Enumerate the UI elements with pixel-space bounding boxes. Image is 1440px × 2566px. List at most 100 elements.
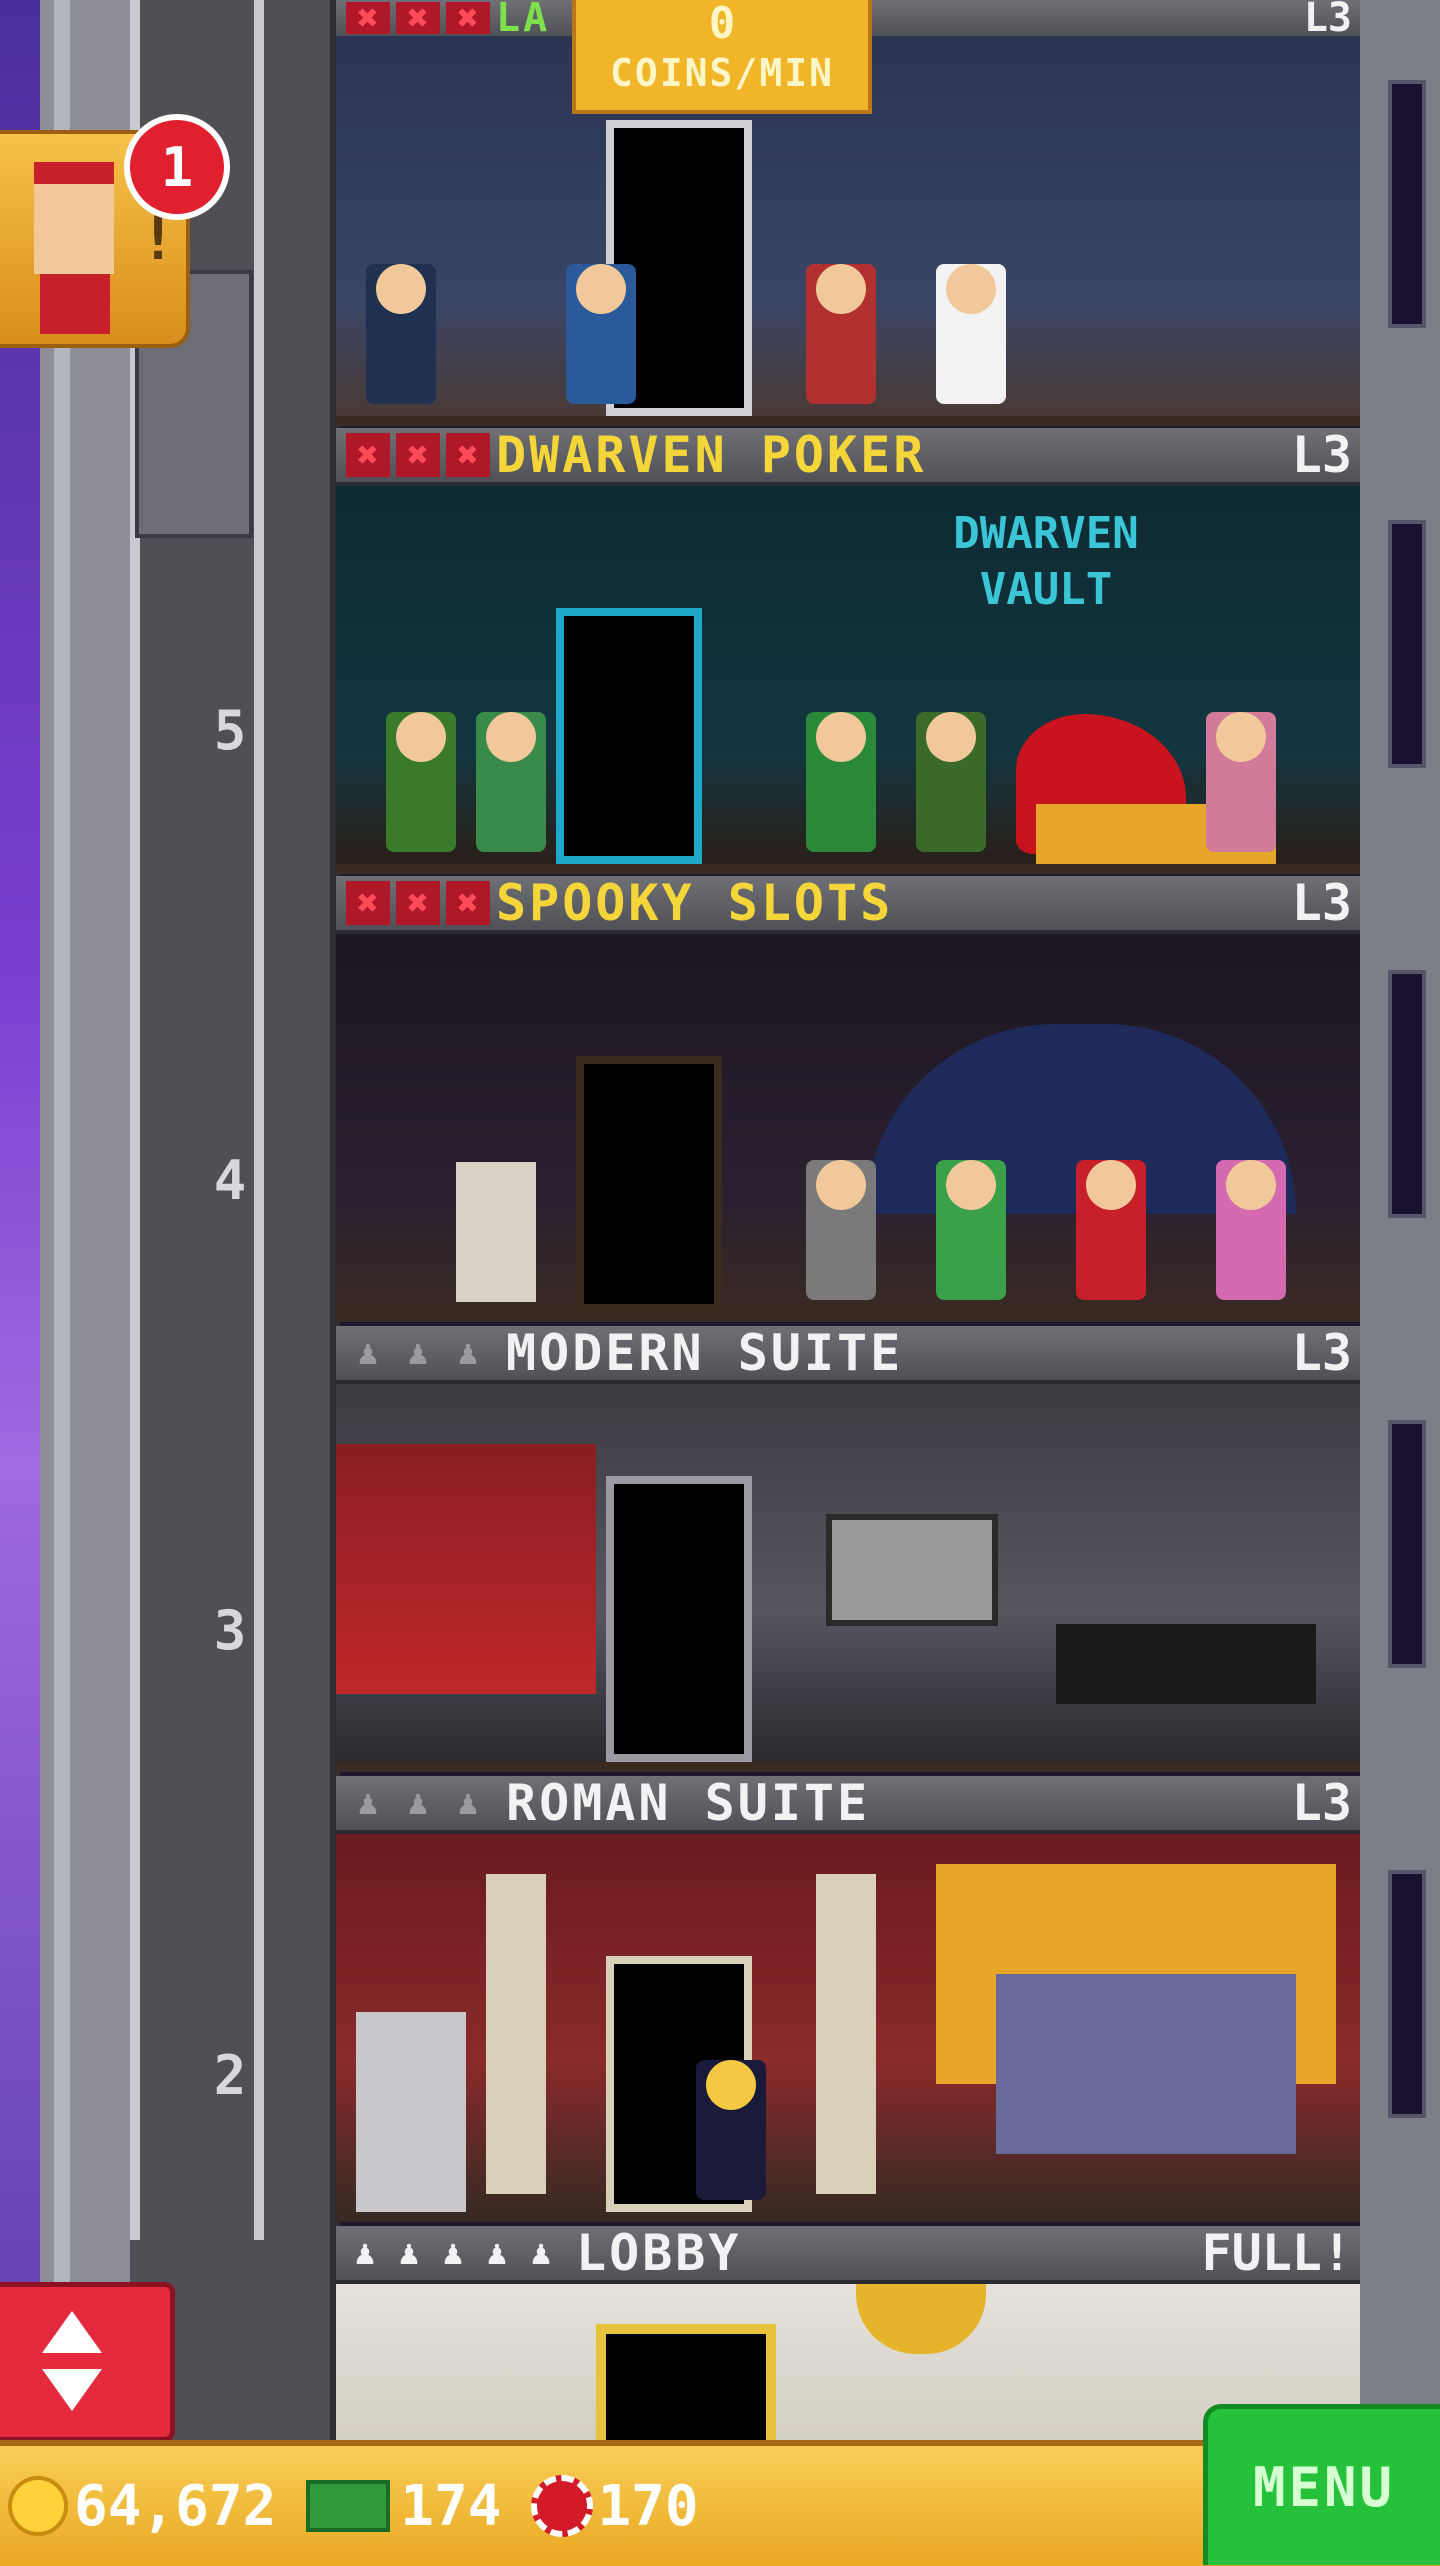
stock-x-icon: ✖ (396, 433, 440, 477)
floor-level: L3 (1291, 426, 1352, 484)
wall-art (826, 1514, 998, 1626)
stock-x-icon: ✖ (396, 881, 440, 925)
chandelier (856, 2284, 986, 2354)
stock-x-icon: ✖ (446, 433, 490, 477)
bellhop-face (34, 162, 114, 274)
person-icon: ♟ (407, 1333, 429, 1373)
bed (1056, 1624, 1316, 1704)
up-down-arrows-icon (42, 2311, 102, 2411)
bitizen-sprite[interactable] (366, 264, 436, 404)
stock-x-icon: ✖ (446, 0, 490, 39)
room-door (606, 1476, 752, 1762)
tower-right-wall (1360, 0, 1440, 2440)
bitizen-sprite[interactable] (1206, 712, 1276, 852)
bitizen-sprite[interactable] (806, 712, 876, 852)
person-icon: ♟ (398, 2233, 420, 2273)
floor-number-5: 5 (213, 698, 247, 762)
stock-x-icon: ✖ (446, 881, 490, 925)
floor-level: L3 (1291, 1774, 1352, 1832)
bitizen-sprite[interactable] (566, 264, 636, 404)
column (816, 1874, 876, 2194)
bitizen-sprite[interactable] (476, 712, 546, 852)
stock-x-icon: ✖ (396, 0, 440, 39)
person-icon: ♟ (354, 2233, 376, 2273)
floor-number-4: 4 (213, 1148, 247, 1212)
vault-door (556, 608, 702, 864)
bitizen-sprite[interactable] (1216, 1160, 1286, 1300)
floor-name: LOBBY (576, 2224, 742, 2282)
chip-icon (531, 2475, 594, 2537)
slot-machine (456, 1162, 536, 1302)
floor-header: ♟ ♟ ♟ MODERN SUITE L3 (336, 1324, 1360, 1384)
floor-name: DWARVEN POKER (496, 426, 927, 484)
menu-button[interactable]: MENU (1203, 2404, 1440, 2565)
bux-count: 174 (400, 2473, 502, 2539)
coin-rate-value: 0 (708, 0, 736, 49)
bux-icon (306, 2480, 391, 2532)
dwarven-vault-sign: DWARVEN VAULT (953, 508, 1139, 615)
person-icon: ♟ (357, 1783, 379, 1823)
coin-rate-label: COINS/MIN (610, 51, 834, 95)
stock-x-icon: ✖ (346, 881, 390, 925)
person-icon: ♟ (486, 2233, 508, 2273)
statue (356, 2012, 466, 2212)
elevator-toggle-button[interactable] (0, 2282, 175, 2442)
floor-header: ♟ ♟ ♟ ROMAN SUITE L3 (336, 1774, 1360, 1834)
modern-suite-room[interactable] (336, 1384, 1360, 1772)
floor-occupancy: ♟ ♟ ♟ (346, 1331, 496, 1375)
stock-x-icon: ✖ (346, 0, 390, 39)
floor-occupancy: ♟ ♟ ♟ ♟ ♟ (346, 2231, 566, 2275)
floor-number-3: 3 (213, 1598, 247, 1662)
floor-stock-stars: ✖ ✖ ✖ (346, 881, 496, 925)
lobby-door (596, 2324, 776, 2440)
person-icon: ♟ (407, 1783, 429, 1823)
bitizen-chef-sprite[interactable] (936, 264, 1006, 404)
window-view (996, 1974, 1296, 2154)
column (486, 1874, 546, 2194)
floor-occupancy: ♟ ♟ ♟ (346, 1781, 496, 1825)
bitizen-sprite[interactable] (936, 1160, 1006, 1300)
floor-level: FULL! (1201, 2224, 1352, 2282)
stock-x-icon: ✖ (346, 433, 390, 477)
person-icon: ♟ (442, 2233, 464, 2273)
bitizen-sprite[interactable] (696, 2060, 766, 2200)
tower-left-wall (40, 0, 136, 2440)
room-door (576, 1056, 722, 1312)
floor-level: L3 (1291, 1324, 1352, 1382)
bitizen-sprite[interactable] (806, 264, 876, 404)
floor-stock-stars: ✖ ✖ ✖ (346, 0, 496, 39)
window (1388, 1870, 1426, 2118)
window (1388, 520, 1426, 768)
person-icon: ♟ (457, 1333, 479, 1373)
notification-badge: 1 (124, 114, 230, 220)
roman-suite-room[interactable] (336, 1834, 1360, 2222)
floor-header: ✖ ✖ ✖ DWARVEN POKER L3 (336, 426, 1360, 486)
bitizen-sprite[interactable] (386, 712, 456, 852)
bitizen-sprite[interactable] (806, 1160, 876, 1300)
floor-header: ✖ ✖ ✖ SPOOKY SLOTS L3 (336, 874, 1360, 934)
floor-number-2: 2 (213, 2043, 247, 2107)
floor-name: MODERN SUITE (506, 1324, 904, 1382)
coin-icon (8, 2476, 68, 2536)
person-icon: ♟ (357, 1333, 379, 1373)
floor-name: ROMAN SUITE (506, 1774, 871, 1832)
spooky-slots-room[interactable] (336, 934, 1360, 1322)
chips-count: 170 (597, 2473, 699, 2539)
floor-name: LA (496, 0, 551, 41)
window (1388, 1420, 1426, 1668)
floor-stock-stars: ✖ ✖ ✖ (346, 433, 496, 477)
person-icon: ♟ (530, 2233, 552, 2273)
bitizen-sprite[interactable] (916, 712, 986, 852)
red-wall-panel (336, 1444, 596, 1694)
coin-rate-badge[interactable]: 0 COINS/MIN (572, 0, 872, 114)
floor-name: SPOOKY SLOTS (496, 874, 894, 932)
floor-level: L3 (1291, 874, 1352, 932)
coins-count: 64,672 (74, 2473, 277, 2539)
window (1388, 970, 1426, 1218)
bitizen-sprite[interactable] (1076, 1160, 1146, 1300)
dwarven-poker-room[interactable]: DWARVEN VAULT (336, 486, 1360, 874)
floor-level: L3 (1303, 0, 1352, 41)
bellhop-uniform (40, 274, 110, 334)
floor-header: ♟ ♟ ♟ ♟ ♟ LOBBY FULL! (336, 2224, 1360, 2284)
person-icon: ♟ (457, 1783, 479, 1823)
